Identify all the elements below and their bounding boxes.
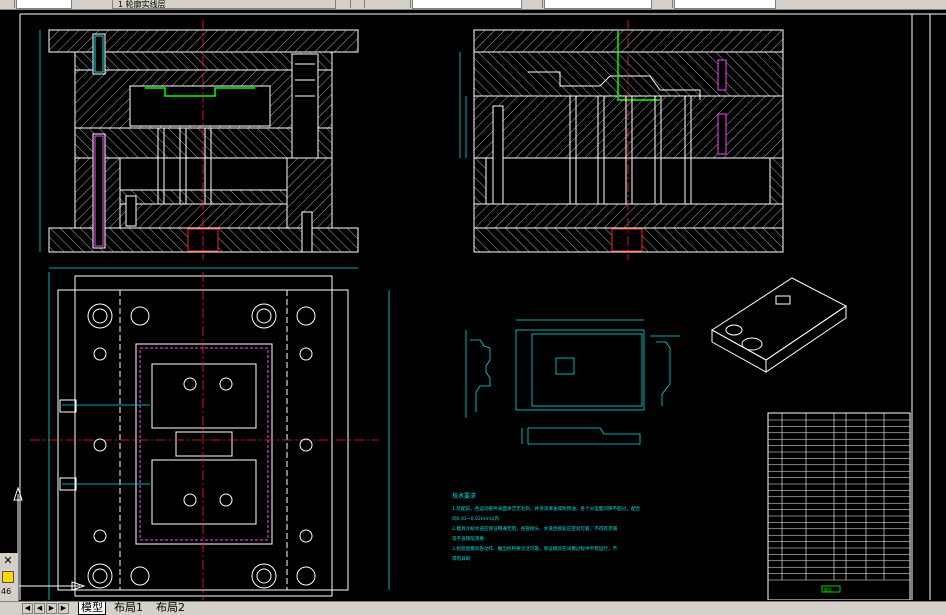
notes-title: 技术要求 — [452, 492, 476, 500]
note-line-6: 得有异响 — [452, 555, 471, 562]
linetype-dropdown[interactable] — [544, 0, 652, 9]
color-dropdown[interactable] — [412, 0, 522, 9]
bill-of-materials: 图号 — [767, 412, 911, 600]
properties-icon[interactable] — [2, 571, 14, 583]
note-line-1: 1.装配前，各运动部件表面清洁无毛刺，并涂润滑油或防锈油，各个分型面间隙不超过，… — [452, 505, 641, 512]
note-line-2: 间0.01~0.02mm以内 — [452, 515, 499, 522]
lineweight-control-icon[interactable] — [660, 0, 673, 8]
drawing-canvas[interactable]: 技术要求 1.装配前，各运动部件表面清洁无毛刺，并涂润滑油或防锈油，各个分型面间… — [0, 9, 946, 600]
layer-dropdown[interactable] — [112, 0, 336, 9]
layout-tab-bar: ◀ ◀ ▶ ▶ 模型 布局1 布局2 — [0, 601, 946, 615]
prev-tab-icon[interactable]: ◀ — [34, 603, 45, 614]
technical-notes: 技术要求 1.装配前，各运动部件表面清洁无毛刺，并涂润滑油或防锈油，各个分型面间… — [452, 492, 641, 562]
side-section-view — [459, 20, 784, 260]
part-isometric-view — [711, 277, 847, 373]
note-line-4: 等不良缺陷现象 — [452, 535, 485, 542]
front-section-view — [39, 20, 359, 260]
side-panel: ✕ 46 — [0, 553, 19, 601]
side-panel-number: 46 — [1, 587, 12, 596]
layer-previous-icon[interactable] — [338, 0, 351, 8]
first-tab-icon[interactable]: ◀ — [22, 603, 33, 614]
note-line-3: 2.模具冷却水道应保证畅通无阻，各管接头、水道连接处应密封可靠，不得有渗漏 — [452, 525, 618, 532]
layer-manager-icon[interactable] — [2, 0, 15, 8]
last-tab-icon[interactable]: ▶ — [58, 603, 69, 614]
part-detail-views — [465, 319, 680, 445]
lineweight-dropdown[interactable] — [674, 0, 776, 9]
layer-state-box[interactable] — [16, 0, 72, 9]
plan-view — [30, 267, 390, 600]
linetype-control-icon[interactable] — [530, 0, 543, 8]
tab-layout1[interactable]: 布局1 — [112, 602, 145, 614]
match-layer-icon[interactable] — [352, 0, 365, 8]
note-line-5: 3.组装后模具各动作、推出机构要灵活可靠，保证模具在试模过程中平稳运行，不 — [452, 545, 618, 552]
title-block-label: 图号 — [824, 586, 832, 592]
tab-layout2[interactable]: 布局2 — [154, 602, 187, 614]
color-control-icon[interactable] — [398, 0, 411, 8]
next-tab-icon[interactable]: ▶ — [46, 603, 57, 614]
close-icon[interactable]: ✕ — [2, 555, 14, 567]
tab-model[interactable]: 模型 — [78, 602, 106, 615]
